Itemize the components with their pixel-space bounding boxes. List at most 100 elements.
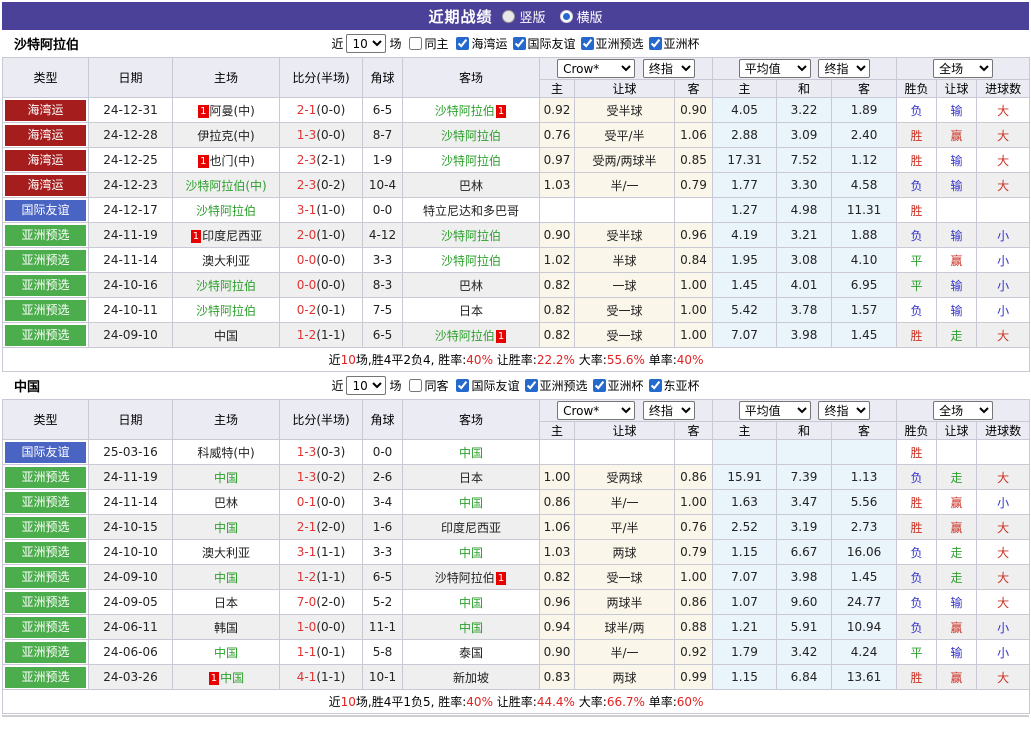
- cell-goals-result: 大: [977, 665, 1030, 690]
- layout-option-horizontal[interactable]: 横版: [560, 7, 603, 26]
- cell-handicap-result: 输: [937, 590, 977, 615]
- team-label: 中国: [459, 546, 483, 560]
- layout-option-vertical[interactable]: 竖版: [502, 7, 545, 26]
- league-checkbox[interactable]: [456, 379, 469, 392]
- cell-competition: 亚洲预选: [3, 323, 89, 348]
- cell-score: 2-1(0-0): [280, 98, 363, 123]
- cell-handicap-result: 输: [937, 173, 977, 198]
- col-handicap-result: 让球: [937, 80, 977, 98]
- cell-corners: 2-6: [363, 465, 403, 490]
- cell-avg-home: 1.95: [713, 248, 777, 273]
- cell-avg-home: 1.15: [713, 540, 777, 565]
- cell-result: 平: [897, 640, 937, 665]
- league-checkbox[interactable]: [456, 37, 469, 50]
- cell-handicap-result: 走: [937, 565, 977, 590]
- same-home-checkbox[interactable]: [409, 37, 422, 50]
- cell-handicap: 受平/半: [575, 123, 675, 148]
- cell-avg-draw: 3.42: [777, 640, 832, 665]
- league-filter[interactable]: 东亚杯: [644, 377, 700, 394]
- panel-header: 近期战绩 竖版 横版: [2, 2, 1029, 30]
- league-filter[interactable]: 国际友谊: [451, 377, 519, 394]
- summary-segment: 场,胜4平1负5, 胜率:: [356, 695, 466, 709]
- match-row: 亚洲预选24-09-10中国1-2(1-1)6-5沙特阿拉伯10.82受一球1.…: [3, 323, 1030, 348]
- cell-handicap: [575, 440, 675, 465]
- league-checkbox[interactable]: [581, 37, 594, 50]
- matches-count-select[interactable]: 10: [346, 34, 386, 53]
- final-index-select-3[interactable]: 终指: [643, 401, 695, 420]
- cell-corners: 6-5: [363, 565, 403, 590]
- same-away-checkbox[interactable]: [409, 379, 422, 392]
- china-matches-table: 类型 日期 主场 比分(半场) 角球 客场 Crow* 终指 平均值 终指 全场: [2, 399, 1030, 714]
- league-checkbox[interactable]: [649, 379, 662, 392]
- cell-corners: 11-1: [363, 615, 403, 640]
- bookmaker-select[interactable]: Crow*: [557, 59, 635, 78]
- bookmaker-select-2[interactable]: Crow*: [557, 401, 635, 420]
- cell-score: 0-0(0-0): [280, 248, 363, 273]
- cell-away-odds: 1.00: [675, 273, 713, 298]
- cell-competition: 海湾运: [3, 173, 89, 198]
- cell-away-team: 中国: [403, 490, 540, 515]
- final-index-select-4[interactable]: 终指: [818, 401, 870, 420]
- final-index-select[interactable]: 终指: [643, 59, 695, 78]
- summary-segment: 22.2%: [537, 353, 575, 367]
- competition-badge: 亚洲预选: [5, 300, 86, 321]
- fulltime-select[interactable]: 全场: [933, 59, 993, 78]
- team-name-china: 中国: [14, 376, 40, 395]
- league-filter[interactable]: 亚洲杯: [644, 35, 700, 52]
- league-checkbox[interactable]: [649, 37, 662, 50]
- average-select-2[interactable]: 平均值: [739, 401, 811, 420]
- cell-avg-draw: 3.98: [777, 323, 832, 348]
- cell-goals-result: [977, 440, 1030, 465]
- same-away-filter[interactable]: 同客: [404, 377, 448, 394]
- cell-home-team: 巴林: [173, 490, 280, 515]
- league-checkbox[interactable]: [513, 37, 526, 50]
- cell-score: 1-2(1-1): [280, 323, 363, 348]
- cell-score: 1-0(0-0): [280, 615, 363, 640]
- league-filter[interactable]: 亚洲杯: [588, 377, 644, 394]
- cell-goals-result: [977, 198, 1030, 223]
- cell-score: 0-0(0-0): [280, 273, 363, 298]
- league-checkbox[interactable]: [525, 379, 538, 392]
- cell-away-odds: 0.99: [675, 665, 713, 690]
- cell-goals-result: 小: [977, 615, 1030, 640]
- cell-date: 24-10-16: [89, 273, 173, 298]
- final-index-select-2[interactable]: 终指: [818, 59, 870, 78]
- summary-segment: 大率:: [575, 353, 607, 367]
- league-checkbox[interactable]: [593, 379, 606, 392]
- summary-segment: 60%: [677, 695, 704, 709]
- cell-away-odds: [675, 440, 713, 465]
- cell-avg-away: 1.13: [832, 465, 897, 490]
- cell-avg-draw: 3.30: [777, 173, 832, 198]
- league-filter[interactable]: 亚洲预选: [576, 35, 644, 52]
- col-date: 日期: [89, 400, 173, 440]
- league-filter[interactable]: 国际友谊: [508, 35, 576, 52]
- league-filter[interactable]: 海湾运: [451, 35, 507, 52]
- cell-competition: 亚洲预选: [3, 590, 89, 615]
- col-avg-home: 主: [713, 422, 777, 440]
- average-select[interactable]: 平均值: [739, 59, 811, 78]
- team-label: 中国: [214, 329, 238, 343]
- matches-count-select-2[interactable]: 10: [346, 376, 386, 395]
- vertical-radio[interactable]: [502, 10, 515, 23]
- cell-goals-result: 小: [977, 248, 1030, 273]
- cell-result: 胜: [897, 665, 937, 690]
- cell-away-team: 巴林: [403, 173, 540, 198]
- league-filter[interactable]: 亚洲预选: [520, 377, 588, 394]
- team-label: 日本: [214, 596, 238, 610]
- competition-badge: 海湾运: [5, 150, 86, 171]
- cell-result: 胜: [897, 148, 937, 173]
- fulltime-select-2[interactable]: 全场: [933, 401, 993, 420]
- team-name-saudi: 沙特阿拉伯: [14, 34, 79, 53]
- cell-handicap: [575, 198, 675, 223]
- match-row: 海湾运24-12-28伊拉克(中)1-3(0-0)8-7沙特阿拉伯0.76受平/…: [3, 123, 1030, 148]
- summary-text-saudi: 近10场,胜4平2负4, 胜率:40% 让胜率:22.2% 大率:55.6% 单…: [3, 348, 1030, 372]
- cell-home-odds: 0.96: [540, 590, 575, 615]
- cell-corners: 4-12: [363, 223, 403, 248]
- cell-handicap: 半/一: [575, 640, 675, 665]
- cell-competition: 亚洲预选: [3, 465, 89, 490]
- summary-text-china: 近10场,胜4平1负5, 胜率:40% 让胜率:44.4% 大率:66.7% 单…: [3, 690, 1030, 714]
- cell-date: 24-11-14: [89, 490, 173, 515]
- same-home-filter[interactable]: 同主: [404, 35, 448, 52]
- cell-away-odds: 0.79: [675, 173, 713, 198]
- horizontal-radio[interactable]: [560, 10, 573, 23]
